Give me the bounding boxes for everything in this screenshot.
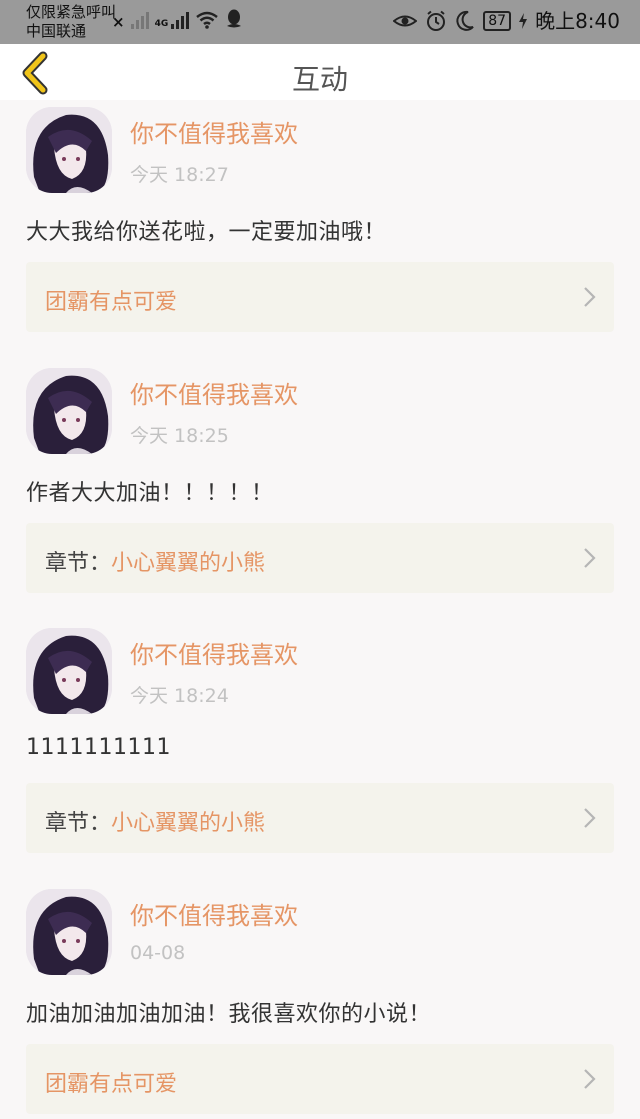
username[interactable]: 你不值得我喜欢 — [130, 635, 298, 670]
charging-icon — [519, 13, 528, 29]
back-arrow-icon — [22, 51, 48, 95]
comment-item: 你不值得我喜欢 今天 18:25 作者大大加油！！！！！ 章节：小心翼翼的小熊 — [0, 361, 640, 622]
linked-chapter-card[interactable]: 章节：小心翼翼的小熊 — [26, 522, 614, 593]
comment-text: 大大我给你送花啦，一定要加油哦！ — [26, 220, 387, 245]
chevron-right-icon — [584, 1068, 596, 1089]
comment-text: 加油加油加油加油！我很喜欢你的小说！ — [26, 1001, 432, 1027]
no-sim-icon: × — [112, 13, 125, 31]
linked-chapter-card[interactable]: 章节：小心翼翼的小熊 — [26, 783, 614, 853]
carrier-info: 仅限紧急呼叫 中国联通 — [26, 3, 116, 41]
page-title: 互动 — [291, 63, 348, 96]
clock: 晚上8:40 — [535, 9, 620, 33]
linked-chapter-label: 章节：小心翼翼的小熊 — [45, 545, 265, 577]
avatar-image — [26, 888, 112, 975]
qq-icon — [227, 9, 242, 28]
linked-work-label: 团霸有点可爱 — [45, 1066, 177, 1098]
chapter-prefix: 章节： — [45, 550, 112, 576]
linked-work-title: 团霸有点可爱 — [45, 1071, 178, 1097]
linked-work-card[interactable]: 团霸有点可爱 — [26, 262, 614, 332]
user-avatar[interactable] — [26, 367, 112, 454]
post-time: 今天 18:25 — [130, 424, 229, 447]
linked-work-title: 团霸有点可爱 — [45, 290, 178, 315]
chapter-title: 小心翼翼的小熊 — [111, 811, 266, 836]
carrier-emergency-text: 仅限紧急呼叫 — [26, 3, 117, 21]
signal-strength-icon-sim1 — [130, 11, 149, 29]
app-header: 互动 — [0, 44, 640, 100]
post-time: 04-08 — [130, 941, 186, 964]
avatar-image — [26, 628, 112, 714]
avatar-image — [26, 107, 112, 193]
signal-strength-icon-sim2 — [171, 11, 190, 29]
battery-icon: 87 — [483, 11, 512, 31]
username[interactable]: 你不值得我喜欢 — [130, 375, 298, 410]
chapter-prefix: 章节： — [45, 811, 112, 836]
comment-text: 作者大大加油！！！！！ — [26, 480, 274, 506]
chevron-right-icon — [584, 808, 596, 828]
comment-text: 1111111111 — [26, 735, 171, 760]
back-button[interactable] — [16, 50, 56, 96]
username[interactable]: 你不值得我喜欢 — [130, 114, 298, 149]
moon-icon — [456, 10, 474, 31]
post-time: 今天 18:27 — [130, 164, 229, 186]
signal-area: × 4G — [112, 9, 243, 31]
user-avatar[interactable] — [26, 888, 112, 975]
alarm-icon — [427, 10, 446, 31]
chevron-right-icon — [584, 287, 596, 307]
comment-item: 你不值得我喜欢 今天 18:27 大大我给你送花啦，一定要加油哦！ 团霸有点可爱 — [0, 100, 640, 361]
post-time: 今天 18:24 — [130, 685, 229, 707]
interaction-feed[interactable]: 你不值得我喜欢 今天 18:27 大大我给你送花啦，一定要加油哦！ 团霸有点可爱 — [0, 100, 640, 1119]
network-type-label: 4G — [154, 19, 169, 29]
comment-item: 你不值得我喜欢 04-08 加油加油加油加油！我很喜欢你的小说！ 团霸有点可爱 — [0, 882, 640, 1119]
carrier-name: 中国联通 — [26, 22, 87, 40]
eye-icon — [393, 15, 418, 27]
status-right-area: 87 晚上8:40 — [393, 6, 620, 36]
user-avatar[interactable] — [26, 107, 112, 193]
chapter-title: 小心翼翼的小熊 — [111, 550, 266, 576]
status-bar: 仅限紧急呼叫 中国联通 × 4G 87 晚上8:40 — [0, 0, 640, 44]
comment-item: 你不值得我喜欢 今天 18:24 1111111111 章节：小心翼翼的小熊 — [0, 621, 640, 882]
username[interactable]: 你不值得我喜欢 — [130, 896, 298, 931]
linked-chapter-label: 章节：小心翼翼的小熊 — [45, 805, 265, 837]
linked-work-label: 团霸有点可爱 — [45, 284, 177, 316]
linked-work-card[interactable]: 团霸有点可爱 — [26, 1043, 614, 1114]
user-avatar[interactable] — [26, 628, 112, 714]
wifi-icon — [196, 11, 219, 29]
avatar-image — [26, 367, 112, 454]
chevron-right-icon — [584, 547, 596, 568]
